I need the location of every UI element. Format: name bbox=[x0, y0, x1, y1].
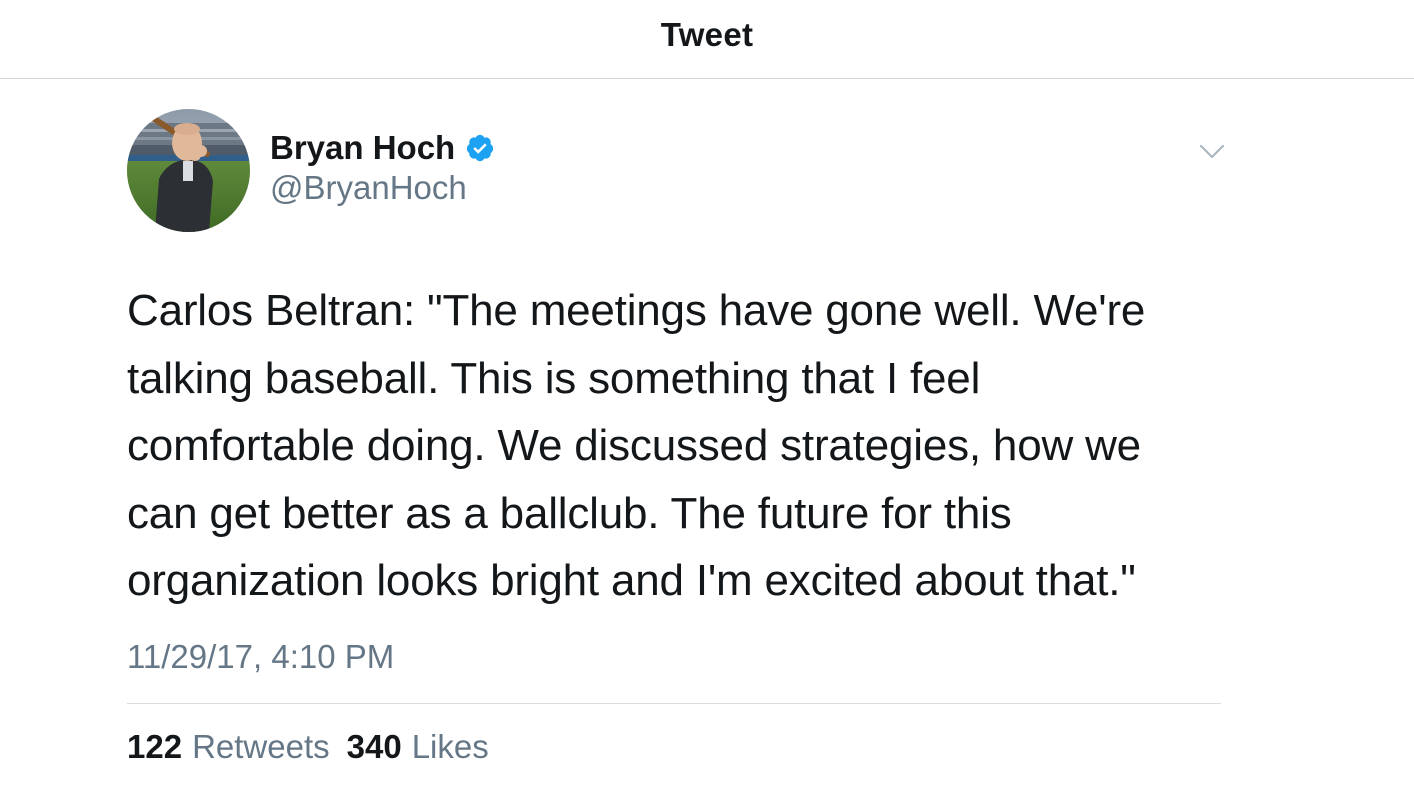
author-name-row[interactable]: Bryan Hoch bbox=[270, 128, 495, 168]
likes-count: 340 bbox=[346, 728, 402, 765]
verified-badge-icon bbox=[465, 133, 495, 163]
author-display-name[interactable]: Bryan Hoch bbox=[270, 129, 455, 167]
likes-stat[interactable]: 340 Likes bbox=[347, 728, 489, 766]
avatar[interactable] bbox=[127, 109, 250, 232]
tweet-stats: 122 Retweets 340 Likes bbox=[127, 728, 489, 766]
likes-label: Likes bbox=[411, 728, 489, 765]
divider bbox=[127, 703, 1221, 704]
retweets-label: Retweets bbox=[192, 728, 330, 765]
tweet-text: Carlos Beltran: "The meetings have gone … bbox=[127, 286, 1146, 605]
page-title: Tweet bbox=[660, 16, 754, 53]
author-handle[interactable]: @BryanHoch bbox=[270, 169, 467, 207]
retweets-count: 122 bbox=[127, 728, 183, 765]
tweet-timestamp[interactable]: 11/29/17, 4:10 PM bbox=[127, 638, 394, 676]
retweets-stat[interactable]: 122 Retweets bbox=[127, 728, 330, 766]
chevron-down-icon[interactable] bbox=[1197, 139, 1227, 163]
navigation-header: Tweet bbox=[0, 0, 1414, 79]
profile-photo bbox=[127, 109, 250, 232]
